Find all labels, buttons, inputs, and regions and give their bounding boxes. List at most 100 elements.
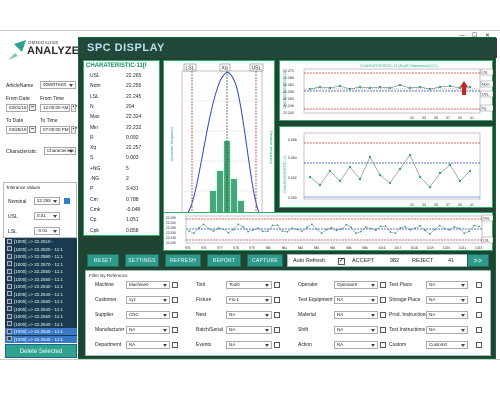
filter-checkbox[interactable] [274, 297, 280, 303]
trend-point [188, 230, 190, 232]
list-item[interactable]: [1000] => 22.2540 - 11:1 [5, 291, 77, 298]
to-time-input[interactable]: 07:00:00 PM [40, 126, 70, 134]
list-item-checkbox[interactable] [7, 291, 12, 296]
filter-checkbox[interactable] [274, 342, 280, 348]
filter-select[interactable]: NA [126, 341, 170, 349]
nominal-checkbox[interactable] [64, 198, 70, 204]
list-item[interactable]: [1000] => 22.2540 - 11:1 [5, 335, 77, 343]
filter-checkbox[interactable] [380, 282, 386, 288]
list-item[interactable]: [1000] => 22.2540 - 11:1 [5, 283, 77, 290]
filter-select[interactable]: NA [226, 341, 272, 349]
run-ytick: 22.245 [283, 104, 294, 108]
list-item[interactable]: [1000] => 22.2560 - 11:1 [5, 298, 77, 305]
filter-select[interactable]: NA [334, 311, 378, 319]
report-button[interactable]: REPORT [207, 254, 241, 267]
capture-button[interactable]: CAPTURE [247, 254, 283, 267]
trend-xtick: 979 [249, 246, 255, 250]
list-item[interactable]: [1000] => 22.2510 - [5, 238, 77, 245]
filter-select[interactable]: xyz [126, 296, 170, 304]
filter-select[interactable]: NA [126, 326, 170, 334]
filter-checkbox[interactable] [172, 312, 178, 318]
list-item[interactable]: [1000] => 22.2550 - 11:1 [5, 313, 77, 320]
reset-button[interactable]: RESET [87, 254, 119, 267]
list-item-checkbox[interactable] [7, 253, 12, 259]
run-xtick: 37 [446, 116, 450, 120]
filter-checkbox[interactable] [476, 342, 482, 348]
list-item[interactable]: [1000] => 22.2550 - 11:1 [5, 253, 77, 260]
filter-select[interactable]: Tool0 [226, 281, 272, 289]
filter-checkbox[interactable] [172, 297, 178, 303]
filter-checkbox[interactable] [274, 312, 280, 318]
list-item-checkbox[interactable] [7, 246, 12, 251]
filter-checkbox[interactable] [274, 327, 280, 333]
stat-value: 22.324 [126, 114, 142, 121]
filter-select[interactable]: NA [426, 311, 468, 319]
filter-select[interactable]: Operator0 [334, 281, 378, 289]
article-select[interactable]: 00WRTest0 [40, 81, 76, 89]
filter-checkbox[interactable] [476, 297, 482, 303]
filter-select[interactable]: NA [334, 326, 378, 334]
filter-checkbox[interactable] [476, 312, 482, 318]
filter-select[interactable]: NA [426, 281, 468, 289]
from-time-spinner[interactable]: ▲▼ [71, 104, 78, 112]
filter-select[interactable]: Machine0 [126, 281, 170, 289]
list-item-checkbox[interactable] [7, 336, 12, 341]
list-item-checkbox[interactable] [7, 283, 12, 289]
filter-checkbox[interactable] [380, 327, 386, 333]
filter-select[interactable]: NA [426, 296, 468, 304]
list-item-checkbox[interactable] [7, 268, 12, 274]
list-item-checkbox[interactable] [7, 321, 12, 326]
filter-select[interactable]: NA [334, 296, 378, 304]
filter-checkbox[interactable] [172, 327, 178, 333]
list-item-checkbox[interactable] [7, 261, 12, 266]
list-item[interactable]: [1000] => 22.2520 - 11:1 [5, 246, 77, 253]
to-time-spinner[interactable]: ▲▼ [71, 126, 78, 134]
filter-checkbox[interactable] [476, 327, 482, 333]
filter-checkbox[interactable] [380, 297, 386, 303]
filter-checkbox[interactable] [172, 342, 178, 348]
list-item-checkbox[interactable] [7, 298, 12, 304]
characteristic-select[interactable]: Characteristic [44, 147, 76, 155]
list-item-checkbox[interactable] [7, 313, 12, 319]
list-item-checkbox[interactable] [7, 328, 12, 334]
list-item[interactable]: [1000] => 22.2550 - 11:1 [5, 268, 77, 275]
filter-checkbox[interactable] [172, 282, 178, 288]
filter-select[interactable]: NA [226, 326, 272, 334]
filter-checkbox[interactable] [274, 282, 280, 288]
measurement-list[interactable]: [1000] => 22.2510 - [1000] => 22.2520 - 1… [5, 238, 77, 343]
filter-checkbox[interactable] [476, 282, 482, 288]
list-item-checkbox[interactable] [7, 238, 12, 244]
list-item[interactable]: [1000] => 22.2540 - 11:1 [5, 306, 77, 313]
trend-point [286, 231, 289, 233]
calendar-icon[interactable] [29, 126, 36, 133]
refresh-button[interactable]: REFRESH [165, 254, 201, 267]
lsl-input[interactable]: -0.01 [34, 227, 60, 235]
filter-select[interactable]: NA [426, 326, 468, 334]
to-date-input[interactable]: 03/28/19 [6, 126, 28, 134]
run-xtick: 39 [458, 116, 462, 120]
list-item[interactable]: [1000] => 22.2540 - 11:1 [5, 321, 77, 328]
list-item[interactable]: [1000] => 22.2540 - 11:1 [5, 328, 77, 335]
nominal-input[interactable]: 22.255 [34, 197, 60, 205]
filter-select[interactable]: Fix-1 [226, 296, 272, 304]
filter-checkbox[interactable] [380, 312, 386, 318]
trend-point [365, 226, 367, 228]
filter-select[interactable]: NA [226, 311, 272, 319]
from-time-input[interactable]: 12:00:00 AM [40, 104, 70, 112]
run-xtick: 31 [410, 116, 414, 120]
filter-checkbox[interactable] [380, 342, 386, 348]
filter-select[interactable]: Custom0 [426, 341, 468, 349]
delete-selected-button[interactable]: Delete Selected [5, 344, 77, 358]
list-item[interactable]: [1000] => 22.2550 - 11:1 [5, 276, 77, 283]
auto-refresh-checkbox[interactable]: ✓ [338, 257, 345, 265]
list-item-checkbox[interactable] [7, 306, 12, 311]
list-item-checkbox[interactable] [7, 276, 12, 281]
list-item[interactable]: [1000] => 22.2570 - 11:1 [5, 261, 77, 268]
settings-button[interactable]: SETTINGS [125, 254, 159, 267]
from-date-input[interactable]: 03/01/19 [6, 104, 28, 112]
filter-select[interactable]: NA [334, 341, 378, 349]
filter-select[interactable]: CNC [126, 311, 170, 319]
usl-input[interactable]: 0.01 [34, 212, 60, 220]
next-button[interactable]: >> [467, 254, 489, 267]
calendar-icon[interactable] [29, 104, 36, 111]
